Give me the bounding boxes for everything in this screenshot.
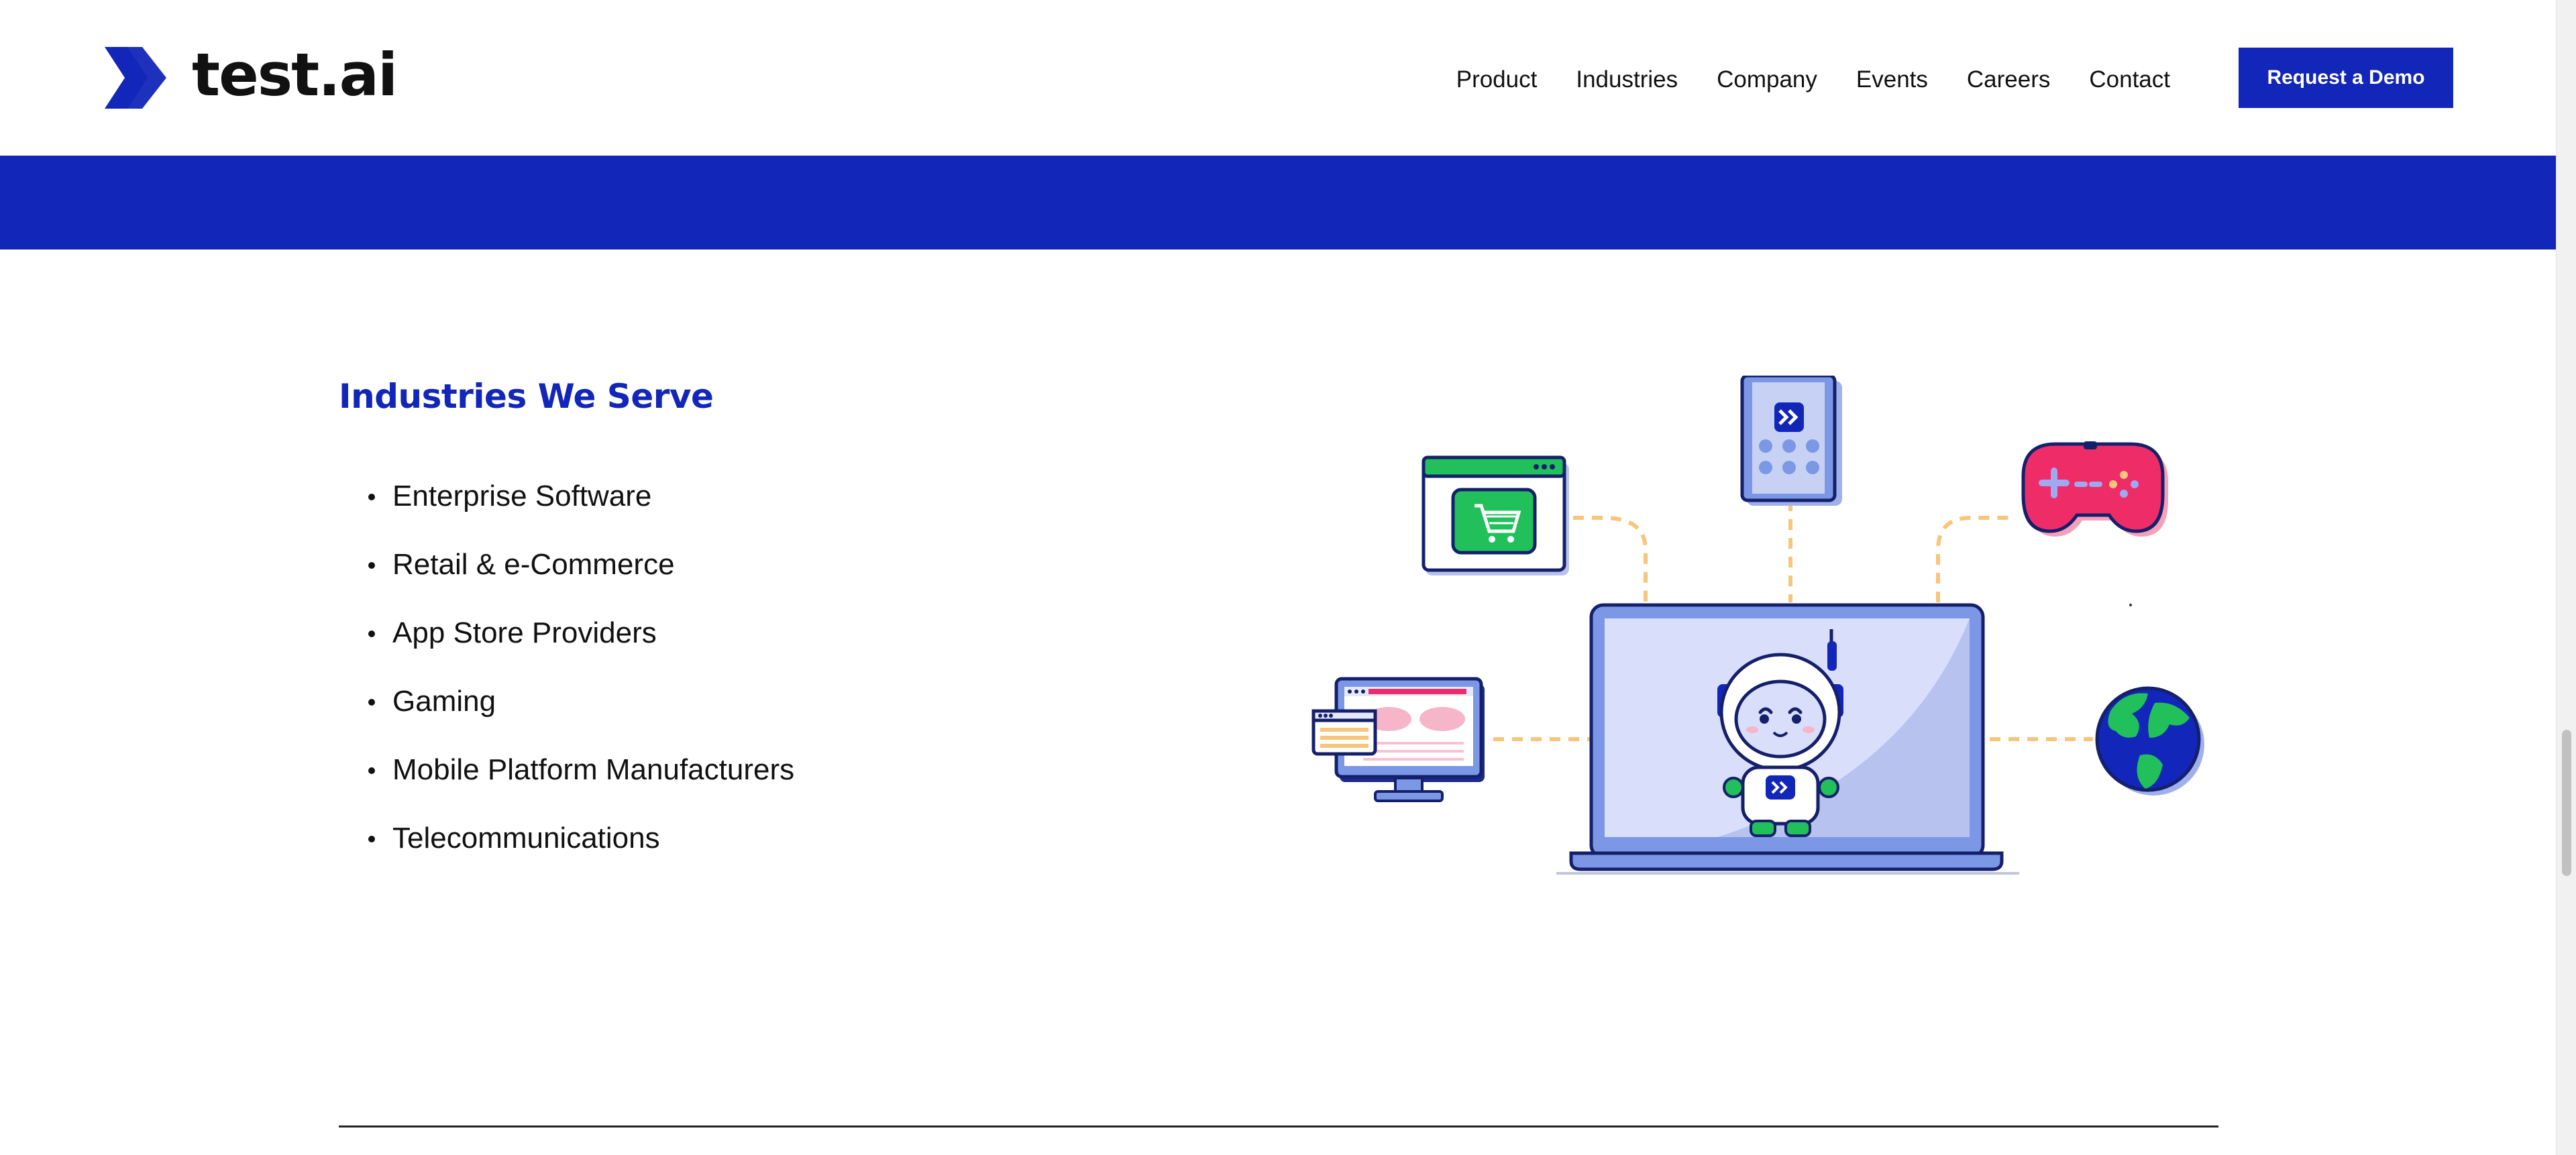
nav-item-contact[interactable]: Contact [2089, 64, 2170, 95]
cart-window-icon [1421, 455, 1569, 575]
logo-icon [105, 47, 166, 109]
phone-icon [1740, 376, 1842, 506]
page: test.ai Product Industries Company Event… [0, 0, 2556, 1155]
list-item: Mobile Platform Manufacturers [366, 747, 794, 815]
list-item: Retail & e-Commerce [366, 541, 794, 610]
section-title: Industries We Serve [339, 377, 714, 416]
list-item: Telecommunications [366, 815, 794, 883]
page-scrollbar[interactable] [2556, 0, 2576, 1155]
list-item: Enterprise Software [366, 473, 794, 541]
monitor-icon [1311, 677, 1485, 802]
main-nav: Product Industries Company Events Career… [1417, 64, 2170, 95]
nav-item-industries[interactable]: Industries [1576, 64, 1678, 95]
list-item: App Store Providers [366, 610, 794, 678]
nav-item-events[interactable]: Events [1856, 64, 1928, 95]
industries-illustration [1311, 376, 2204, 875]
section-divider [339, 1125, 2218, 1128]
list-item: Gaming [366, 678, 794, 747]
industries-list: Enterprise Software Retail & e-Commerce … [366, 473, 794, 883]
scrollbar-thumb[interactable] [2562, 730, 2571, 876]
request-demo-button[interactable]: Request a Demo [2239, 48, 2453, 108]
nav-item-company[interactable]: Company [1717, 64, 1817, 95]
globe-icon [2095, 686, 2204, 795]
gamepad-icon [2021, 441, 2168, 537]
logo-link[interactable]: test.ai [105, 40, 398, 111]
site-header: test.ai Product Industries Company Event… [0, 0, 2556, 156]
nav-item-product[interactable]: Product [1456, 64, 1538, 95]
hero-band [0, 156, 2556, 250]
logo-wordmark: test.ai [192, 40, 398, 109]
nav-item-careers[interactable]: Careers [1967, 64, 2050, 95]
